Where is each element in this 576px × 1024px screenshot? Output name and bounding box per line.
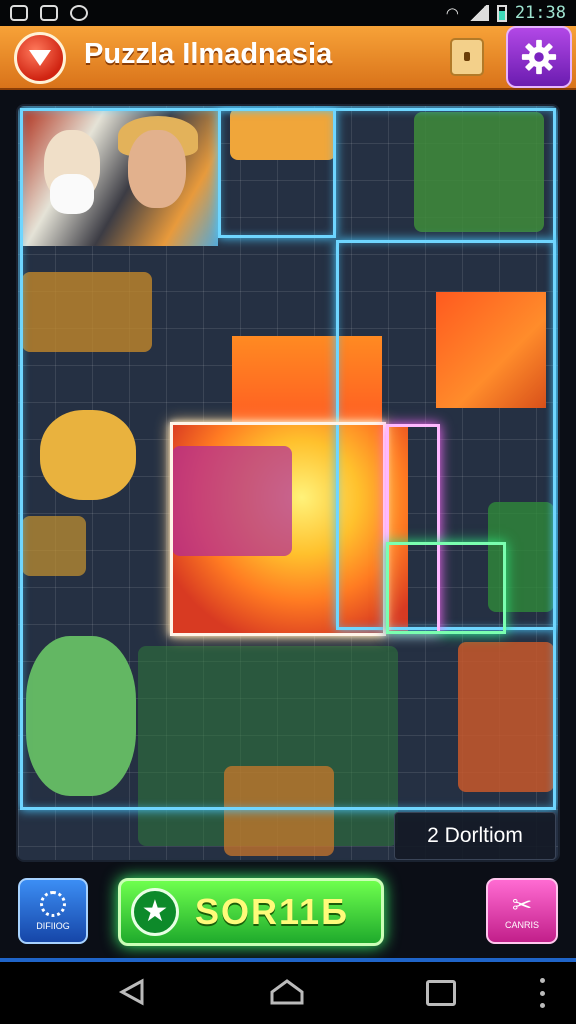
main-action-label: SOR11Б xyxy=(195,891,349,932)
progress-status: 2 Dorltiom xyxy=(394,812,556,860)
shuffle-icon: ✂ xyxy=(511,891,533,919)
notification-icon xyxy=(10,5,28,21)
wifi-icon: ◠ xyxy=(445,4,459,22)
puzzle-board[interactable] xyxy=(18,106,558,860)
main-action-button[interactable]: ★ SOR11Б xyxy=(118,878,384,946)
region-outline-top xyxy=(218,108,336,238)
hint-button-label: DIFIIOG xyxy=(36,921,70,931)
back-button[interactable] xyxy=(14,32,66,84)
mute-icon xyxy=(70,5,88,21)
signal-icon xyxy=(466,5,489,21)
image-icon xyxy=(40,5,58,21)
nav-back-icon[interactable] xyxy=(118,978,146,1006)
nav-home-icon[interactable] xyxy=(270,978,304,1006)
nav-more-icon[interactable] xyxy=(540,978,546,1008)
clock: 21:38 xyxy=(514,3,566,23)
region-outline-warm xyxy=(170,422,386,636)
status-bar: ◠ 21:38 xyxy=(0,0,576,26)
hint-icon xyxy=(40,891,66,917)
shuffle-button-label: CANRIS xyxy=(504,920,539,930)
app-title: Puzzla Ilmadnasia xyxy=(84,38,333,70)
top-bar: Puzzla Ilmadnasia xyxy=(0,26,576,90)
hint-button[interactable]: DIFIIOG xyxy=(18,878,88,944)
system-nav-bar xyxy=(0,962,576,1024)
settings-button[interactable] xyxy=(506,26,572,88)
bag-icon[interactable] xyxy=(450,38,484,76)
nav-recent-icon[interactable] xyxy=(426,980,456,1006)
region-outline-green xyxy=(386,542,506,634)
shuffle-button[interactable]: ✂ CANRIS xyxy=(486,878,558,944)
back-arrow-icon xyxy=(29,50,51,66)
gear-icon xyxy=(521,39,557,75)
battery-icon xyxy=(496,4,507,22)
star-icon: ★ xyxy=(131,888,179,936)
